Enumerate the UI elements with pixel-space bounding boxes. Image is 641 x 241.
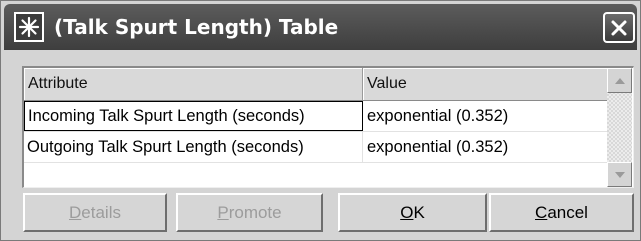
title-bar[interactable]: (Talk Spurt Length) Table bbox=[4, 4, 637, 50]
promote-label: romote bbox=[228, 203, 282, 222]
table-row[interactable]: Outgoing Talk Spurt Length (seconds) exp… bbox=[24, 132, 609, 163]
table-row[interactable]: Incoming Talk Spurt Length (seconds) exp… bbox=[24, 101, 609, 132]
cancel-mnemonic: C bbox=[535, 203, 548, 222]
cancel-label: ancel bbox=[547, 203, 588, 222]
scroll-up-button[interactable] bbox=[607, 68, 632, 93]
value-cell[interactable]: exponential (0.352) bbox=[363, 101, 609, 131]
promote-mnemonic: P bbox=[217, 203, 229, 222]
vertical-scrollbar[interactable] bbox=[607, 68, 632, 187]
table-header: Attribute Value bbox=[24, 68, 609, 101]
chevron-down-icon bbox=[614, 171, 625, 178]
promote-button[interactable]: Promote bbox=[176, 193, 323, 232]
ok-label: K bbox=[413, 203, 425, 222]
attribute-table: Attribute Value Incoming Talk Spurt Leng… bbox=[22, 66, 634, 188]
attribute-cell[interactable]: Incoming Talk Spurt Length (seconds) bbox=[24, 101, 363, 131]
column-header-attribute[interactable]: Attribute bbox=[24, 68, 363, 100]
attribute-cell[interactable]: Outgoing Talk Spurt Length (seconds) bbox=[24, 132, 363, 162]
dialog-window: (Talk Spurt Length) Table Attribute Valu… bbox=[0, 0, 641, 241]
chevron-up-icon bbox=[614, 77, 625, 84]
asterisk-star-icon bbox=[14, 12, 44, 42]
value-cell[interactable]: exponential (0.352) bbox=[363, 132, 609, 162]
close-icon bbox=[611, 20, 627, 35]
details-label: etails bbox=[81, 203, 121, 222]
details-mnemonic: D bbox=[69, 203, 82, 222]
details-button[interactable]: Details bbox=[23, 193, 167, 232]
cancel-button[interactable]: Cancel bbox=[489, 193, 634, 232]
ok-button[interactable]: OK bbox=[338, 193, 487, 232]
column-header-value[interactable]: Value bbox=[363, 68, 609, 100]
ok-mnemonic: O bbox=[400, 203, 414, 222]
window-title: (Talk Spurt Length) Table bbox=[54, 15, 339, 39]
scroll-down-button[interactable] bbox=[607, 162, 632, 187]
close-button[interactable] bbox=[603, 12, 635, 43]
